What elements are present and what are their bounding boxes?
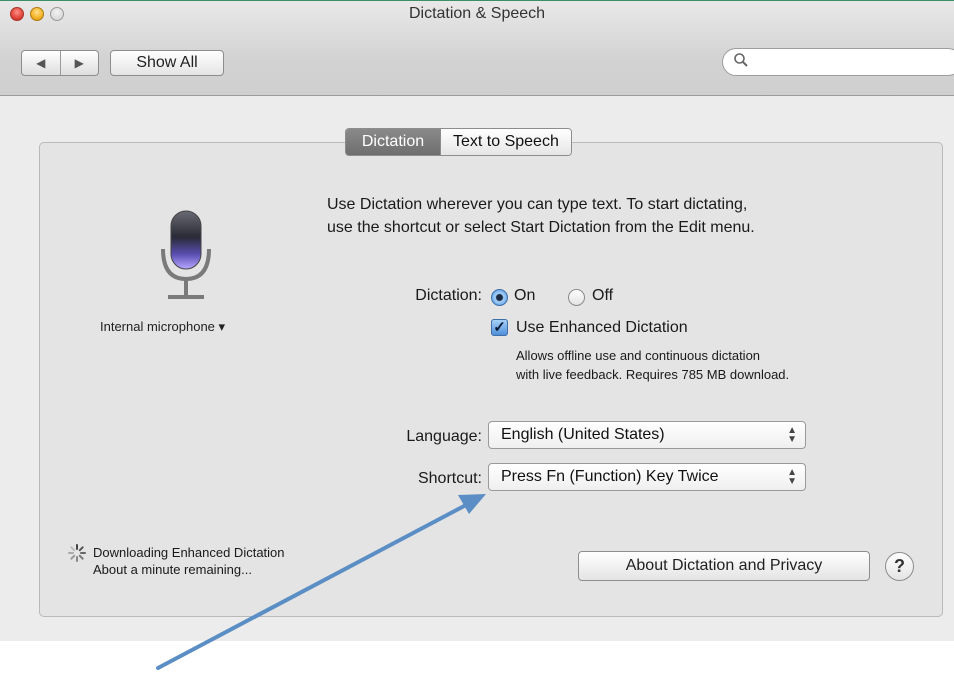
download-status: Downloading Enhanced Dictation About a m…: [93, 544, 285, 578]
window-title: Dictation & Speech: [408, 5, 546, 22]
show-all-button[interactable]: Show All: [110, 50, 224, 76]
about-dictation-privacy-button[interactable]: About Dictation and Privacy: [578, 551, 870, 581]
dictation-label: Dictation:: [415, 287, 482, 304]
tab-bar: Dictation Text to Speech: [345, 128, 572, 156]
updown-arrows-icon: ▲ ▼: [787, 467, 797, 487]
dictation-off-radio[interactable]: [568, 289, 585, 306]
language-popup[interactable]: English (United States) ▲ ▼: [488, 421, 806, 449]
back-button[interactable]: ◀: [22, 51, 60, 75]
tab-dictation[interactable]: Dictation: [346, 129, 440, 155]
enhanced-dictation-note: Allows offline use and continuous dictat…: [516, 346, 789, 384]
updown-arrows-icon: ▲ ▼: [787, 425, 797, 445]
microphone-source-popup[interactable]: Internal microphone ▾: [100, 319, 225, 335]
download-status-line-1: Downloading Enhanced Dictation: [93, 545, 285, 560]
dictation-off-label[interactable]: Off: [592, 287, 613, 305]
title-bar: Dictation & Speech ◀ ▶ Show All: [0, 1, 954, 96]
description-line-1: Use Dictation wherever you can type text…: [327, 196, 748, 213]
dictation-on-label[interactable]: On: [514, 287, 535, 305]
enhanced-dictation-label[interactable]: Use Enhanced Dictation: [516, 319, 688, 337]
search-field[interactable]: [722, 48, 954, 76]
shortcut-popup[interactable]: Press Fn (Function) Key Twice ▲ ▼: [488, 463, 806, 491]
shortcut-value: Press Fn (Function) Key Twice: [501, 468, 719, 485]
tab-text-to-speech[interactable]: Text to Speech: [440, 129, 571, 155]
dictation-description: Use Dictation wherever you can type text…: [327, 193, 755, 239]
language-label: Language:: [406, 428, 482, 445]
shortcut-label: Shortcut:: [417, 470, 482, 487]
description-line-2: use the shortcut or select Start Dictati…: [327, 219, 755, 236]
help-button[interactable]: ?: [885, 552, 914, 581]
progress-spinner-icon: [68, 544, 86, 562]
download-status-line-2: About a minute remaining...: [93, 562, 252, 577]
enhanced-dictation-checkbox[interactable]: ✓: [491, 319, 508, 336]
dictation-on-radio[interactable]: [491, 289, 508, 306]
enhanced-note-line-1: Allows offline use and continuous dictat…: [516, 348, 761, 363]
preferences-window: Dictation & Speech ◀ ▶ Show All Dictatio…: [0, 0, 954, 641]
enhanced-note-line-2: with live feedback. Requires 785 MB down…: [516, 367, 790, 382]
back-forward-control: ◀ ▶: [21, 50, 99, 76]
magnifier-icon: [733, 52, 749, 72]
forward-button[interactable]: ▶: [61, 51, 99, 75]
microphone-icon: [161, 210, 211, 299]
language-value: English (United States): [501, 426, 665, 443]
